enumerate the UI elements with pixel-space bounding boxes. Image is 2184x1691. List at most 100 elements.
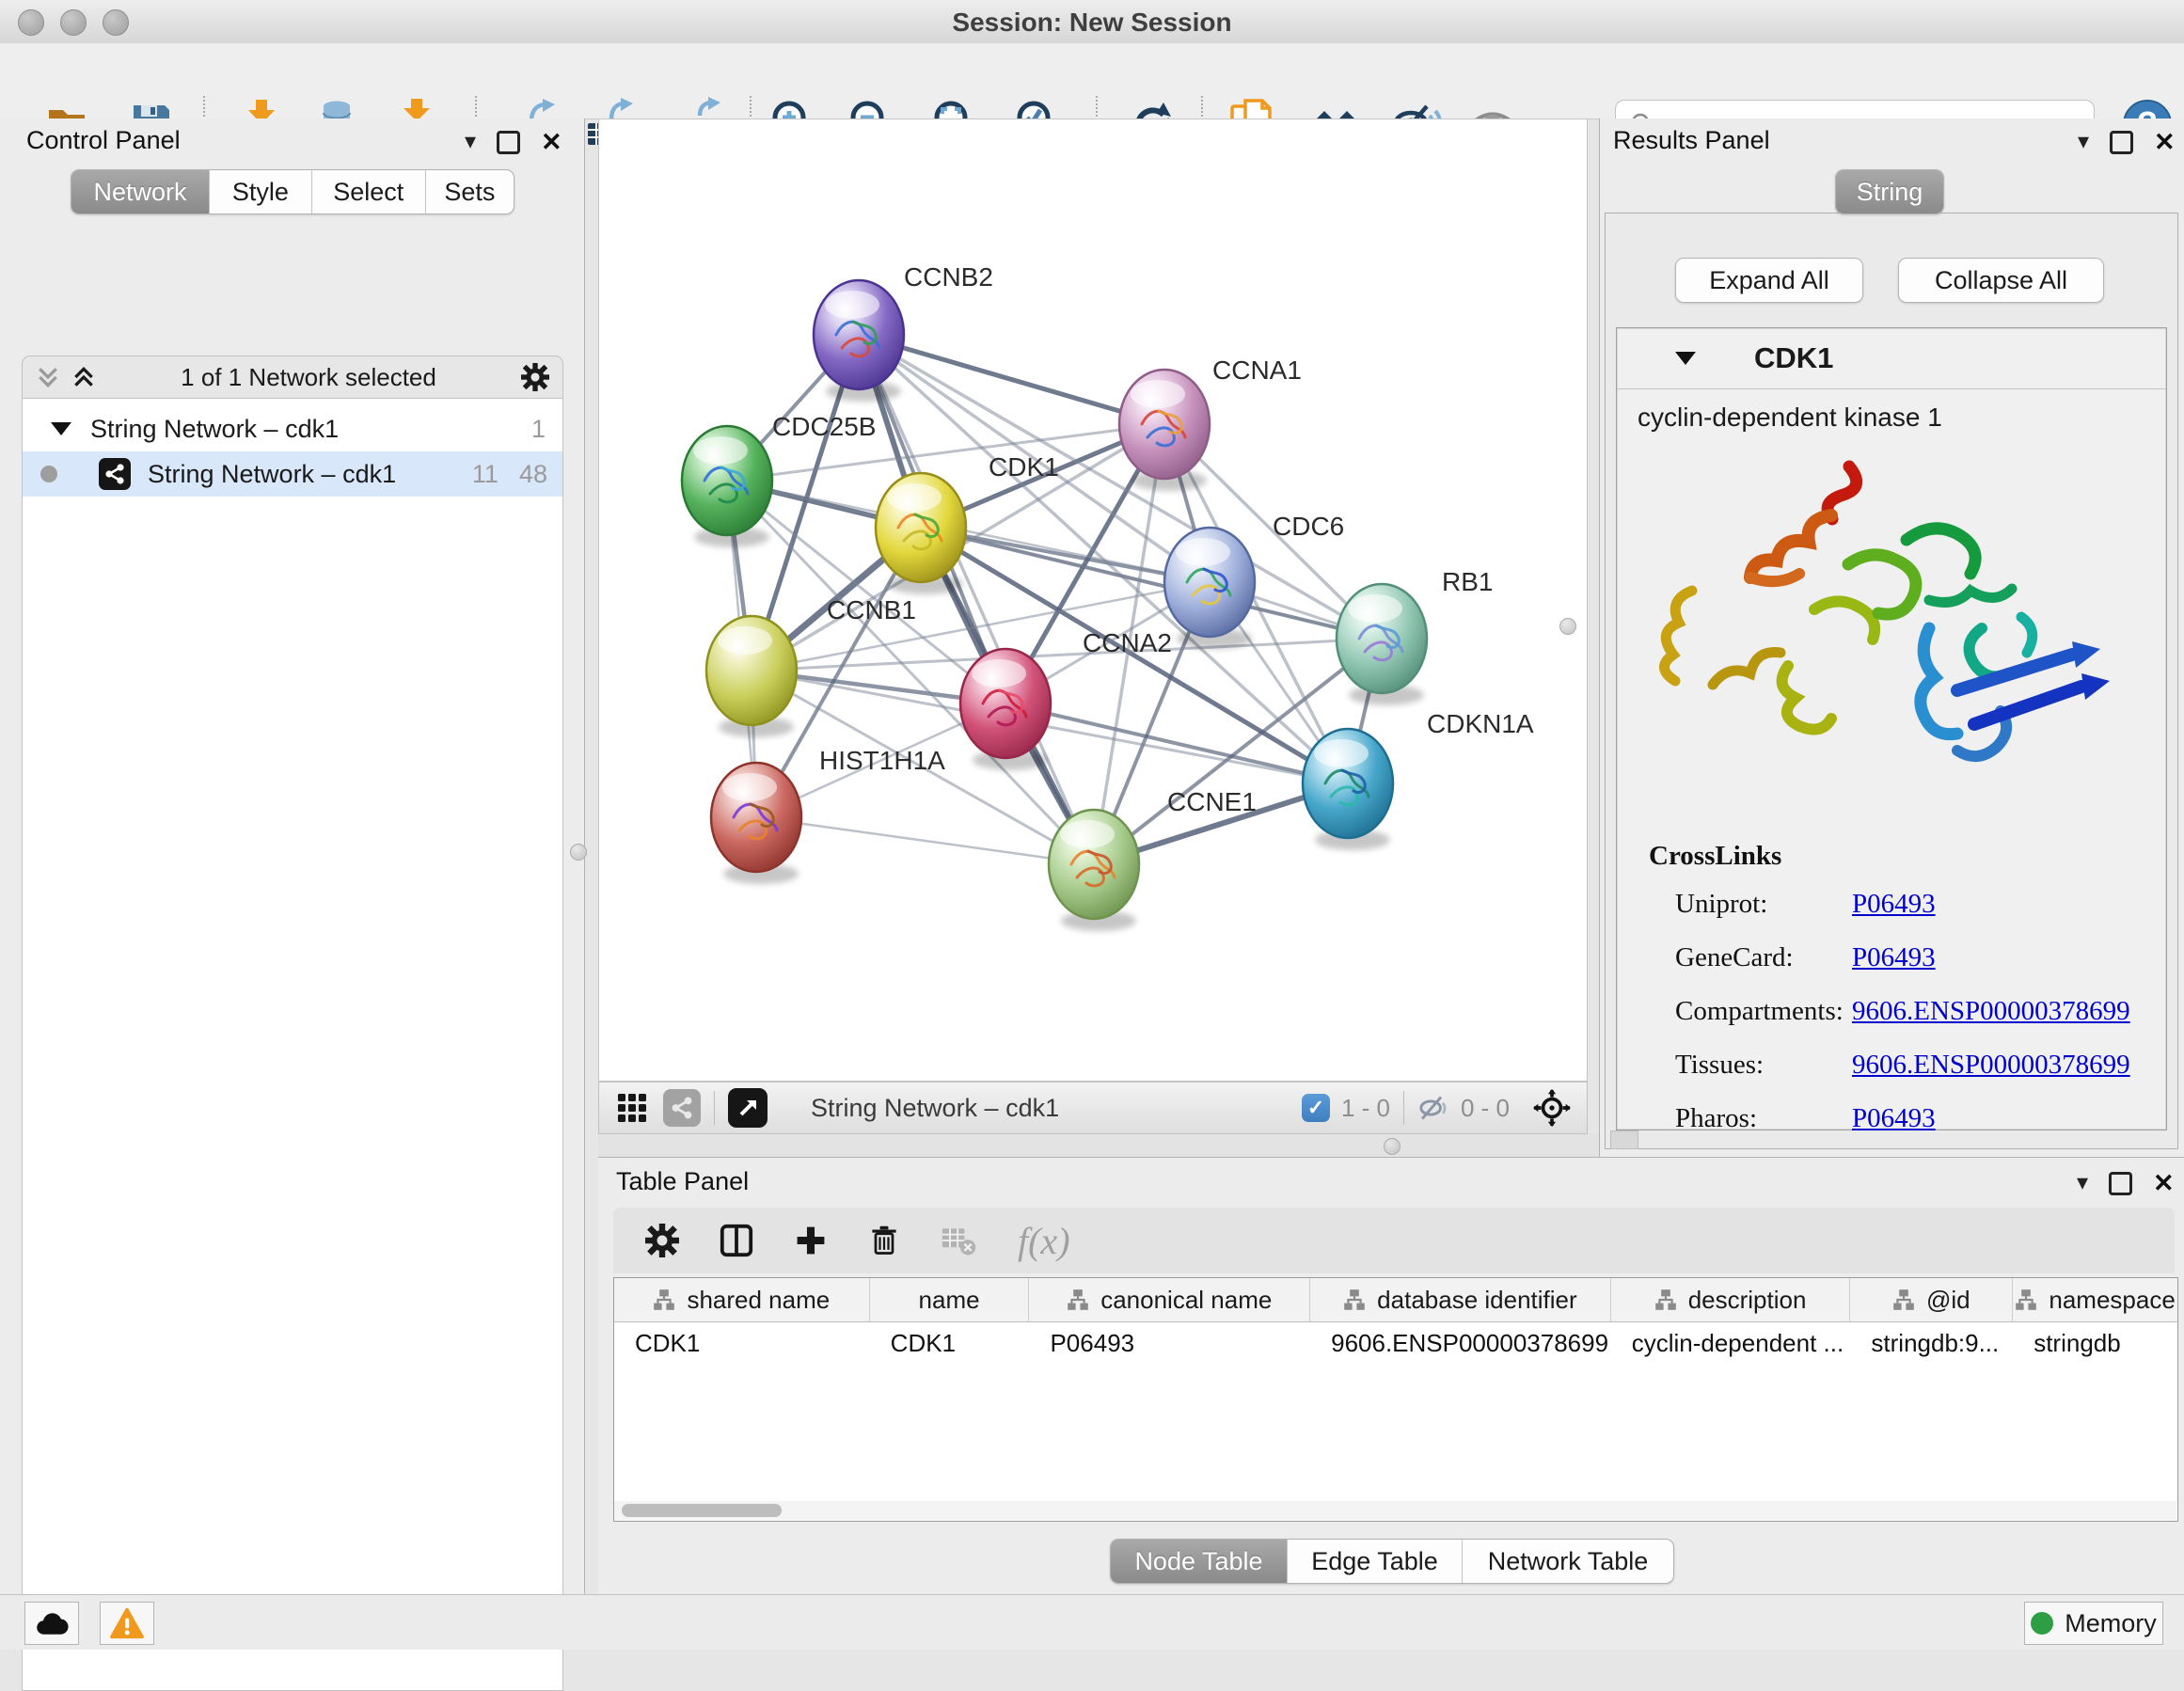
node-label-cdkn1a: CDKN1A xyxy=(1427,709,1534,738)
graph-edge[interactable] xyxy=(756,817,1094,864)
table-divider-handle[interactable] xyxy=(1384,1138,1401,1155)
tab-network-table[interactable]: Network Table xyxy=(1463,1540,1673,1583)
network-canvas[interactable]: CCNB2CCNA1CDC25BCDK1CDC6RB1CCNB1CCNA2CDK… xyxy=(598,119,1588,1082)
node-label-ccna1: CCNA1 xyxy=(1212,356,1302,385)
selected-checkbox-icon[interactable]: ✓ xyxy=(1302,1094,1330,1122)
collapse-all-chevron-icon[interactable] xyxy=(71,365,96,389)
tab-node-table[interactable]: Node Table xyxy=(1111,1540,1288,1583)
window-title: Session: New Session xyxy=(0,8,2184,38)
grid-view-icon[interactable] xyxy=(616,1092,648,1124)
network-edge-count: 48 xyxy=(519,460,547,489)
results-scroll-corner[interactable] xyxy=(1610,1130,1638,1149)
crosslink-value-link[interactable]: 9606.ENSP00000378699 xyxy=(1852,1050,2130,1081)
node-label-ccnb2: CCNB2 xyxy=(904,262,993,292)
table-cell[interactable]: P06493 xyxy=(1029,1322,1310,1364)
delete-column-trash-icon[interactable] xyxy=(867,1224,901,1257)
column-network-icon xyxy=(1654,1288,1677,1311)
column-header-namespace[interactable]: namespace xyxy=(2013,1278,2177,1321)
table-panel-float-icon[interactable] xyxy=(2109,1172,2132,1195)
table-cell[interactable]: CDK1 xyxy=(614,1322,870,1364)
hidden-eye-slash-icon xyxy=(1417,1091,1451,1125)
collection-disclosure-icon[interactable] xyxy=(51,422,71,435)
memory-status-dot-icon xyxy=(2031,1612,2053,1635)
tab-edge-table[interactable]: Edge Table xyxy=(1288,1540,1463,1583)
collection-label: String Network – cdk1 xyxy=(90,415,339,444)
column-header-database-identifier[interactable]: database identifier xyxy=(1310,1278,1611,1321)
left-divider-handle[interactable] xyxy=(570,844,587,861)
table-row[interactable]: CDK1CDK1P064939606.ENSP00000378699cyclin… xyxy=(614,1322,2177,1364)
network-collection-row[interactable]: String Network – cdk1 1 xyxy=(23,406,562,451)
crosslink-label: GeneCard: xyxy=(1675,942,1852,973)
results-panel-tabs: String xyxy=(1835,169,1944,214)
fit-selected-crosshair-icon[interactable] xyxy=(1532,1088,1572,1128)
table-horizontal-scrollbar[interactable] xyxy=(614,1501,2176,1520)
table-cell[interactable]: 9606.ENSP00000378699 xyxy=(1310,1322,1611,1364)
column-header-label: database identifier xyxy=(1377,1286,1576,1315)
add-column-icon[interactable] xyxy=(794,1224,828,1257)
control-panel-float-icon[interactable] xyxy=(497,131,520,154)
protein-disclosure-icon[interactable] xyxy=(1675,352,1696,365)
network-label: String Network – cdk1 xyxy=(148,460,396,489)
crosslink-value-link[interactable]: P06493 xyxy=(1852,1103,1936,1134)
network-tree: String Network – cdk1 1 String Network –… xyxy=(22,398,563,1691)
cloud-status-button[interactable] xyxy=(24,1602,79,1645)
birdseye-view-icon[interactable] xyxy=(728,1088,768,1128)
collapse-all-button[interactable]: Collapse All xyxy=(1898,258,2104,303)
column-header-canonical-name[interactable]: canonical name xyxy=(1029,1278,1310,1321)
collection-count: 1 xyxy=(531,415,546,444)
tab-string[interactable]: String xyxy=(1836,170,1943,213)
show-columns-icon[interactable] xyxy=(719,1223,754,1258)
column-header-shared-name[interactable]: shared name xyxy=(614,1278,870,1321)
node-gloss xyxy=(887,483,942,512)
network-options-gear-icon[interactable] xyxy=(521,363,549,391)
control-panel-tabs: Network Style Select Sets xyxy=(71,169,514,214)
control-panel-menu-caret-icon[interactable]: ▾ xyxy=(465,131,476,153)
column-header-description[interactable]: description xyxy=(1611,1278,1851,1321)
control-panel-close-icon[interactable]: ✕ xyxy=(541,130,562,155)
column-header--id[interactable]: @id xyxy=(1850,1278,2013,1321)
column-network-icon xyxy=(1892,1288,1915,1311)
horizontal-divider[interactable] xyxy=(598,1134,1599,1157)
network-share-view-icon[interactable] xyxy=(663,1089,701,1127)
results-panel-float-icon[interactable] xyxy=(2110,131,2133,154)
window-titlebar: Session: New Session xyxy=(0,0,2184,44)
results-panel-menu-caret-icon[interactable]: ▾ xyxy=(2078,131,2089,153)
tab-select[interactable]: Select xyxy=(312,170,426,213)
warnings-button[interactable] xyxy=(100,1602,154,1645)
node-label-hist1h1a: HIST1H1A xyxy=(819,746,945,775)
crosslink-label: Compartments: xyxy=(1675,996,1852,1027)
column-header-name[interactable]: name xyxy=(870,1278,1030,1321)
graph-edge[interactable] xyxy=(1005,703,1348,783)
table-scrollbar-thumb[interactable] xyxy=(622,1504,782,1517)
column-header-label: description xyxy=(1688,1286,1807,1315)
memory-button[interactable]: Memory xyxy=(2024,1602,2163,1645)
protein-description: cyclin-dependent kinase 1 xyxy=(1638,403,2166,433)
table-cell[interactable]: cyclin-dependent ... xyxy=(1611,1322,1851,1364)
table-options-gear-icon[interactable] xyxy=(645,1224,679,1257)
network-row-selected[interactable]: String Network – cdk1 11 48 xyxy=(23,451,562,497)
crosslink-value-link[interactable]: P06493 xyxy=(1852,942,1936,973)
table-panel-menu-caret-icon[interactable]: ▾ xyxy=(2077,1172,2088,1194)
graph-edge[interactable] xyxy=(859,335,1164,424)
node-gloss xyxy=(722,773,777,801)
expand-all-chevron-icon[interactable] xyxy=(36,365,60,389)
tab-sets[interactable]: Sets xyxy=(426,170,514,213)
tab-network[interactable]: Network xyxy=(71,170,210,213)
table-cell[interactable]: stringdb xyxy=(2013,1322,2177,1364)
table-cell[interactable]: CDK1 xyxy=(870,1322,1030,1364)
crosslink-value-link[interactable]: 9606.ENSP00000378699 xyxy=(1852,996,2130,1027)
crosslink-label: Tissues: xyxy=(1675,1050,1852,1081)
crosslink-value-link[interactable]: P06493 xyxy=(1852,889,1936,920)
right-divider-handle[interactable] xyxy=(1559,618,1576,635)
control-panel: Control Panel ▾ ✕ Network Style Select S… xyxy=(0,119,585,1594)
network-graph[interactable]: CCNB2CCNA1CDC25BCDK1CDC6RB1CCNB1CCNA2CDK… xyxy=(599,119,1587,1081)
node-label-cdc6: CDC6 xyxy=(1273,512,1344,541)
table-panel-close-icon[interactable]: ✕ xyxy=(2153,1171,2175,1196)
main-toolbar: ? xyxy=(0,43,2184,119)
node-gloss xyxy=(1314,739,1369,767)
results-panel-close-icon[interactable]: ✕ xyxy=(2154,130,2176,155)
expand-all-button[interactable]: Expand All xyxy=(1675,258,1863,303)
table-cell[interactable]: stringdb:9... xyxy=(1850,1322,2013,1364)
tab-style[interactable]: Style xyxy=(210,170,312,213)
delete-table-icon xyxy=(941,1222,978,1259)
